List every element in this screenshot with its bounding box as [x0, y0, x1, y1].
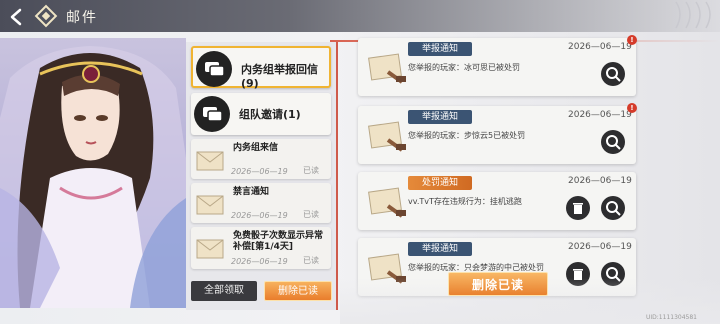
sealed-letter-icon [368, 53, 406, 84]
mail-item[interactable]: 禁言通知 2026—06—19 已读 [191, 183, 331, 223]
envelope-icon [196, 195, 224, 215]
mail-date: 2026—06—19 [231, 211, 288, 220]
notice-tag: 举报通知 [408, 42, 472, 56]
message-card[interactable]: 处罚通知 2026—06—19 vv.TvT存在违规行为：挂机逃跑 [358, 172, 636, 230]
category-label: 内务组举报回信(9) [241, 63, 318, 90]
mail-status: 已读 [303, 210, 319, 219]
notice-tag: 处罚通知 [408, 176, 472, 190]
mail-item[interactable]: 内务组来信 2026—06—19 已读 [191, 139, 331, 179]
mail-date: 2026—06—19 [231, 257, 288, 266]
magnifier-icon [606, 67, 621, 82]
category-team-invite[interactable]: 组队邀请(1) [191, 93, 331, 135]
mail-item[interactable]: 免费骰子次数显示异常补偿[第1/4天] 2026—06—19 已读 [191, 227, 331, 269]
message-card[interactable]: 举报通知 2026—06—19 您举报的玩家：步惊云5已被处罚 ! [358, 103, 637, 164]
message-date: 2026—06—19 [568, 242, 632, 252]
magnifier-icon [606, 201, 621, 216]
message-card[interactable]: 举报通知 2026—06—19 您举报的玩家：冰可思已被处罚 ! [358, 35, 637, 96]
delete-read-button[interactable]: 删除已读 [264, 281, 332, 301]
envelope-icon [196, 239, 224, 259]
sealed-letter-icon [368, 121, 406, 152]
trash-icon [573, 203, 583, 214]
character-portrait [0, 38, 186, 308]
top-bar: 邮件 [0, 0, 720, 32]
sealed-letter-icon [368, 187, 406, 218]
mail-title: 免费骰子次数显示异常补偿[第1/4天] [233, 231, 324, 252]
uid-label: UID:1111304581 [646, 314, 697, 321]
mail-status: 已读 [303, 256, 319, 265]
mail-status: 已读 [303, 166, 319, 175]
notice-tag: 举报通知 [408, 242, 472, 256]
category-report-reply[interactable]: 内务组举报回信(9) [191, 46, 331, 90]
notice-tag: 举报通知 [408, 110, 472, 124]
back-arrow-icon[interactable] [6, 6, 28, 28]
envelope-icon [196, 151, 224, 171]
corner-ornament-icon [675, 1, 711, 29]
message-body: 您举报的玩家：冰可思已被处罚 [408, 63, 520, 72]
view-button[interactable] [601, 196, 625, 220]
message-date: 2026—06—19 [568, 42, 632, 52]
unread-badge: ! [627, 103, 637, 113]
chat-bubble-icon [194, 96, 230, 132]
claim-all-button[interactable]: 全部领取 [191, 281, 257, 301]
page-title: 邮件 [66, 10, 98, 26]
delete-button[interactable] [566, 196, 590, 220]
view-button[interactable] [601, 62, 625, 86]
category-label: 组队邀请(1) [239, 108, 301, 121]
mail-title: 禁言通知 [233, 187, 270, 197]
message-date: 2026—06—19 [568, 110, 632, 120]
character-illustration [0, 46, 186, 308]
mail-title: 内务组来信 [233, 143, 279, 153]
message-body: vv.TvT存在违规行为：挂机逃跑 [408, 197, 522, 206]
magnifier-icon [606, 135, 621, 150]
chat-bubble-icon [196, 51, 232, 87]
mail-date: 2026—06—19 [231, 167, 288, 176]
unread-badge: ! [627, 35, 637, 45]
delete-read-main-button[interactable]: 删除已读 [448, 272, 548, 296]
message-body: 您举报的玩家：步惊云5已被处罚 [408, 131, 526, 140]
view-button[interactable] [601, 130, 625, 154]
message-date: 2026—06—19 [568, 176, 632, 186]
mail-title-icon [34, 4, 58, 28]
